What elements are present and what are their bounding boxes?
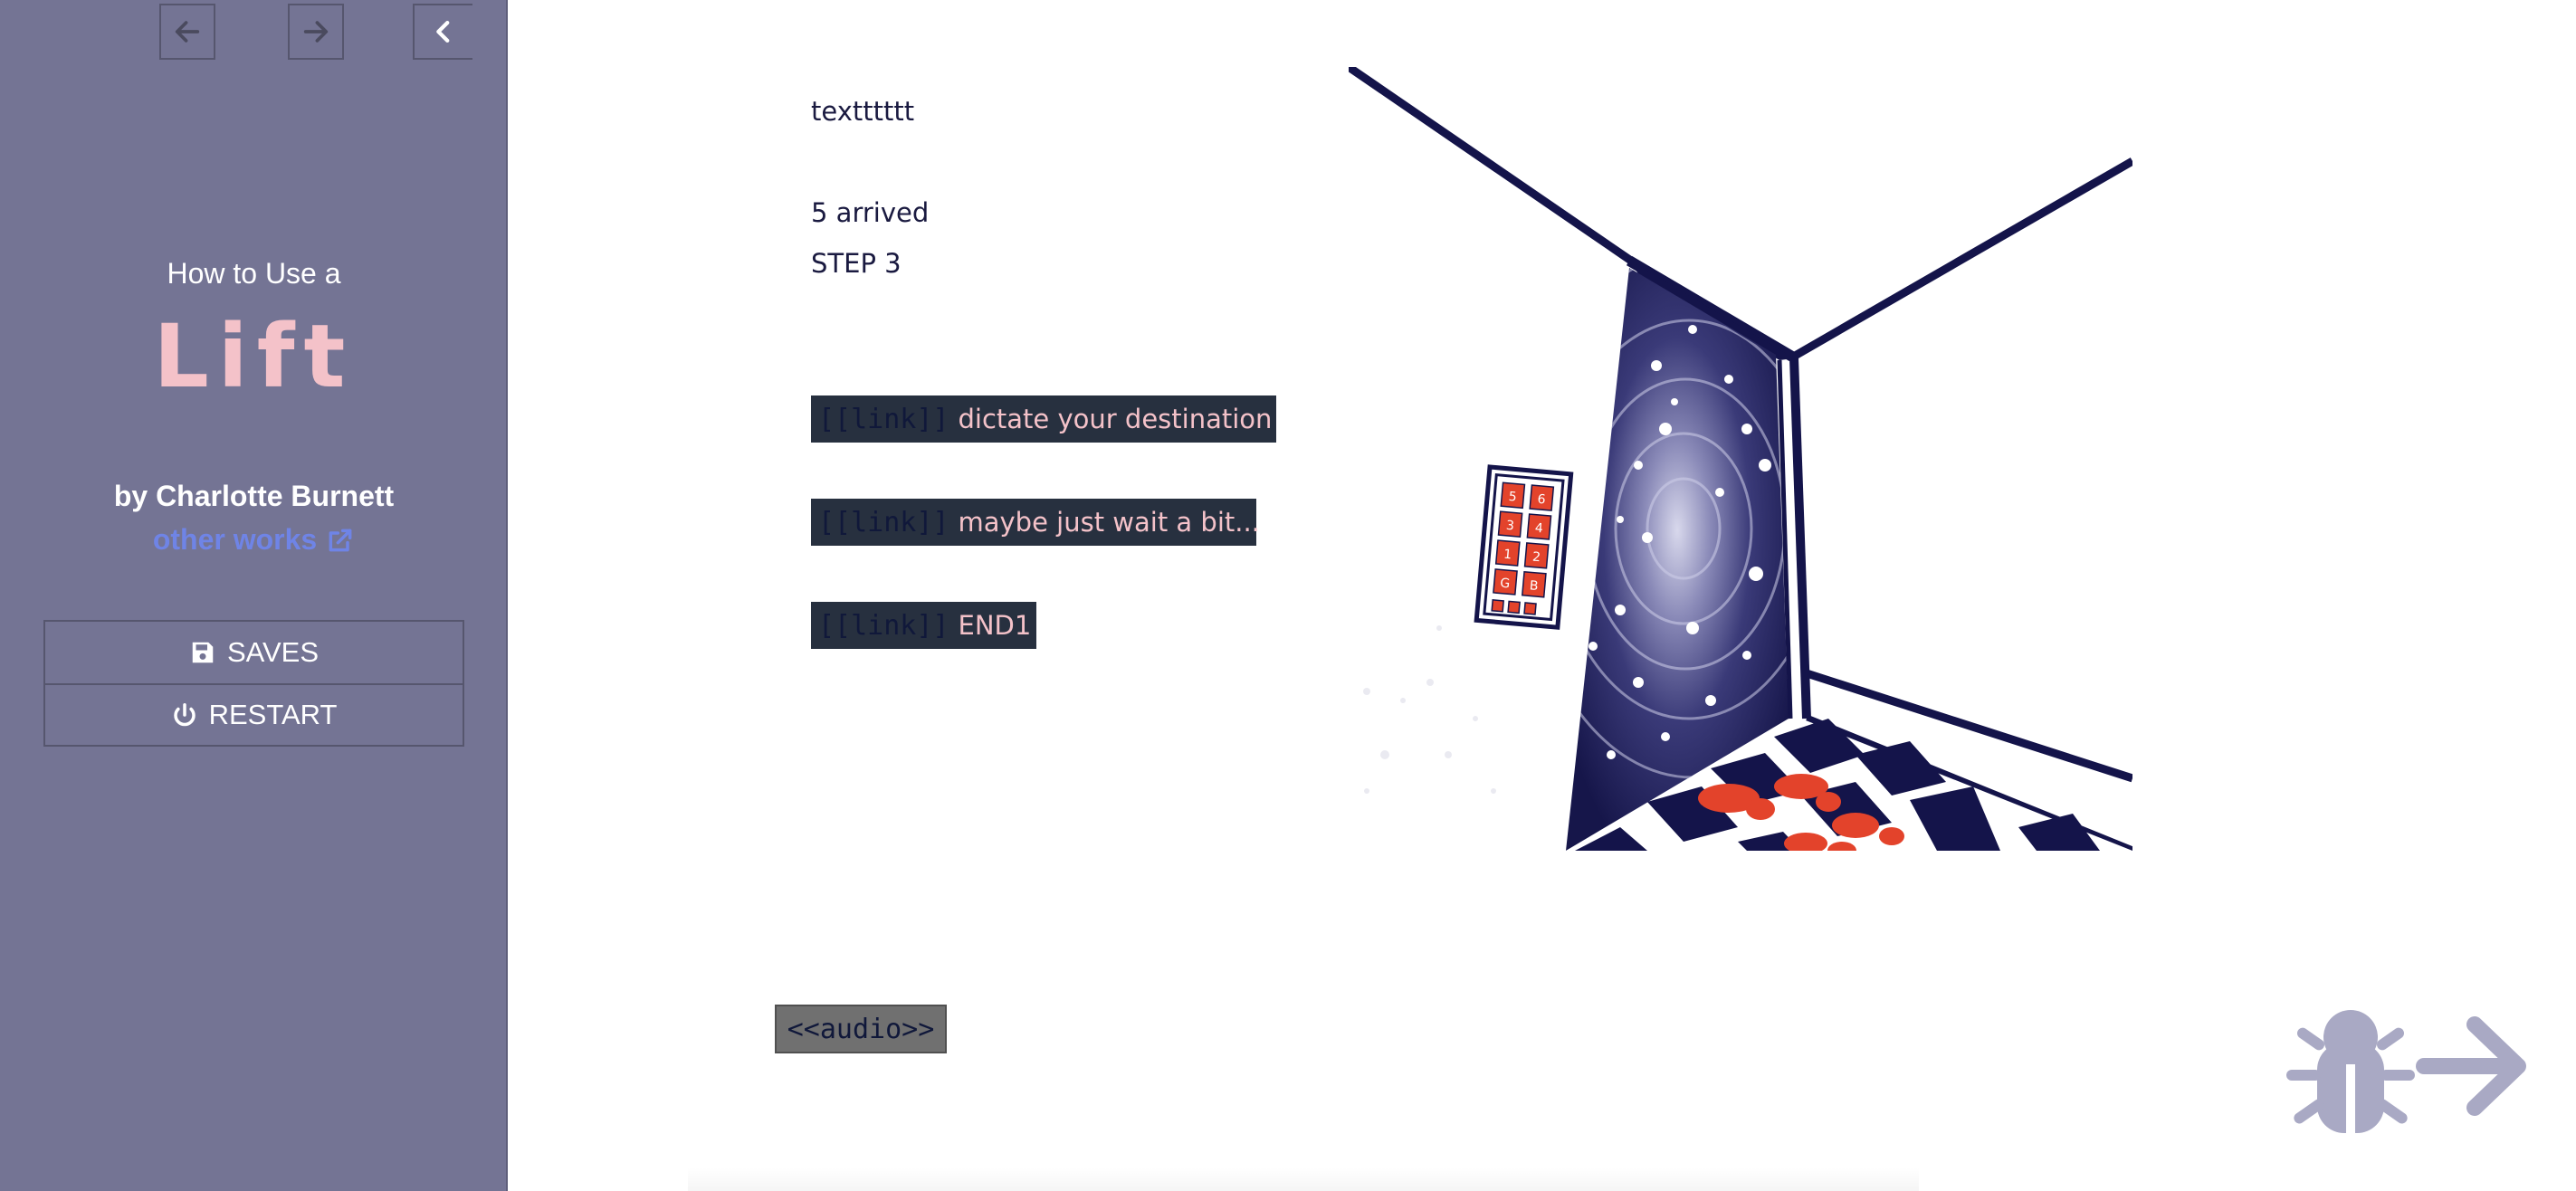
- lift-floor-button: G: [1500, 576, 1511, 592]
- chevron-left-icon: [436, 20, 450, 43]
- link-macro: [[link]]: [818, 403, 949, 435]
- lift-floor-button: B: [1529, 578, 1539, 594]
- step-text: STEP 3: [811, 248, 902, 279]
- story-subtitle: How to Use a: [167, 257, 341, 290]
- bug-icon[interactable]: [2283, 1001, 2419, 1135]
- lift-floor-button: 3: [1505, 519, 1514, 534]
- other-works-link[interactable]: other works: [0, 523, 508, 557]
- sidebar: How to Use a Lift by Charlotte Burnett o…: [0, 0, 508, 1191]
- restart-button[interactable]: RESTART: [45, 683, 463, 745]
- link-label: END1: [958, 610, 1032, 641]
- lift-illustration: 5 6 3 4 1 2 G B: [1349, 67, 2132, 851]
- passage: textttttt 5 arrived STEP 3 [[link]] dict…: [811, 0, 1318, 724]
- lift-floor-button: 2: [1531, 550, 1541, 566]
- link-wait-a-bit[interactable]: [[link]] maybe just wait a bit...: [811, 499, 1260, 546]
- link-macro: [[link]]: [818, 609, 949, 642]
- lift-floor-button: 1: [1503, 548, 1512, 563]
- sidebar-toggle-button[interactable]: [413, 4, 472, 60]
- story-menu: SAVES RESTART: [43, 620, 464, 747]
- link-end1[interactable]: [[link]] END1: [811, 602, 1036, 649]
- other-works-label: other works: [152, 523, 318, 556]
- link-macro: [[link]]: [818, 506, 949, 538]
- bottom-shadow: [688, 1167, 1919, 1191]
- lift-floor-button: 4: [1534, 521, 1543, 537]
- story-title: Lift: [153, 306, 355, 407]
- arrow-right-icon[interactable]: [2415, 1010, 2533, 1122]
- history-forward-button[interactable]: [288, 4, 344, 60]
- lift-floor-button: 6: [1537, 492, 1546, 508]
- lift-floor-button: 5: [1508, 490, 1517, 505]
- link-dictate-destination[interactable]: [[link]] dictate your destination: [811, 395, 1276, 443]
- audio-macro: <<audio>>: [775, 1005, 947, 1053]
- lift-button-panel: 5 6 3 4 1 2 G B: [1474, 464, 1574, 630]
- arrow-right-icon: [303, 21, 329, 43]
- story-author: by Charlotte Burnett: [113, 480, 395, 512]
- saves-label: SAVES: [226, 636, 320, 668]
- restart-label: RESTART: [208, 699, 338, 730]
- floppy-disk-icon: [192, 642, 214, 663]
- power-icon: [173, 703, 196, 727]
- history-back-button[interactable]: [159, 4, 215, 60]
- external-link-icon: [329, 529, 352, 551]
- passage-text-line: textttttt: [811, 96, 915, 127]
- link-label: maybe just wait a bit...: [958, 507, 1260, 538]
- arrival-text: 5 arrived: [811, 197, 930, 228]
- link-label: dictate your destination: [958, 404, 1273, 434]
- saves-button[interactable]: SAVES: [45, 622, 463, 683]
- arrow-left-icon: [175, 21, 200, 43]
